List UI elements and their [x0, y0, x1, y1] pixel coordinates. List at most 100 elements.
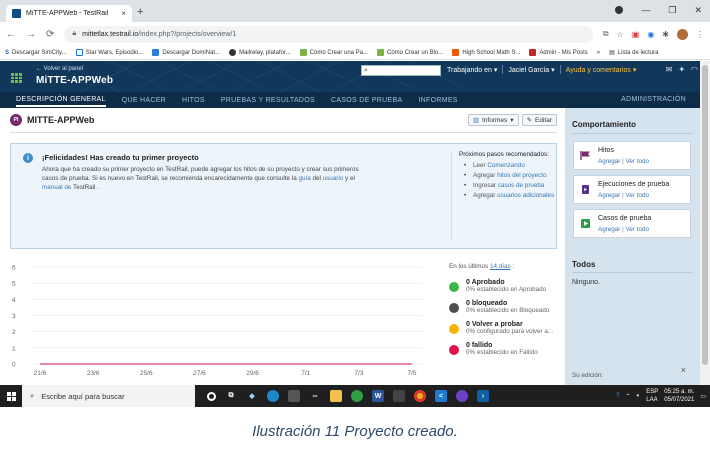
- view-milestones-link[interactable]: Ver todo: [626, 158, 649, 165]
- task-view-icon[interactable]: ⧉: [225, 390, 237, 402]
- tab-tests-results[interactable]: PRUEBAS Y RESULTADOS: [221, 97, 315, 104]
- bookmarks-more-button[interactable]: »: [597, 50, 600, 56]
- puzzle-icon[interactable]: ✱: [662, 30, 669, 39]
- user-menu[interactable]: Jaciel García ▾: [508, 66, 554, 74]
- chevron-up-icon[interactable]: ⌃: [626, 393, 631, 400]
- tab-test-cases[interactable]: CASOS DE PRUEBA: [331, 97, 402, 104]
- menu-divider: [502, 65, 504, 74]
- folder-icon[interactable]: [330, 390, 342, 402]
- edit-button[interactable]: ✎ Editar: [521, 114, 557, 126]
- clock[interactable]: 05:25 a. m. 05/07/2021: [664, 388, 694, 404]
- menu-dots-icon[interactable]: ⋮: [696, 30, 704, 39]
- green-app-icon[interactable]: [351, 390, 363, 402]
- minimize-icon[interactable]: —: [641, 5, 650, 16]
- add-test-run-link[interactable]: Agregar: [598, 192, 620, 199]
- flag-icon: [580, 151, 590, 160]
- reading-list-button[interactable]: ▤ Lista de lectura: [609, 49, 658, 57]
- milestones-link[interactable]: hitos del proyecto: [497, 172, 546, 179]
- days-link[interactable]: 14 días: [490, 263, 511, 270]
- new-tab-button[interactable]: +: [137, 6, 143, 18]
- back-arrow-icon[interactable]: ←: [6, 29, 16, 40]
- word-icon[interactable]: W: [372, 390, 384, 402]
- store-icon[interactable]: [288, 390, 300, 402]
- page-scrollbar[interactable]: [700, 61, 710, 385]
- x-tick-label: 7/1: [301, 370, 310, 377]
- volume-icon[interactable]: 🔈︎: [637, 393, 641, 400]
- twitter-icon[interactable]: ✦: [678, 65, 685, 74]
- profile-avatar[interactable]: [677, 28, 688, 40]
- view-test-cases-link[interactable]: Ver todo: [626, 226, 649, 233]
- bookmark-item[interactable]: Admin - Mis Posts: [529, 49, 588, 56]
- test-cases-link[interactable]: casos de prueba: [498, 182, 545, 189]
- tab-todo[interactable]: QUE HACER: [122, 97, 166, 104]
- bookmark-globe-icon: [229, 49, 237, 56]
- manual-link[interactable]: manual de: [42, 184, 71, 191]
- extension-blue-icon[interactable]: ◉: [647, 30, 654, 39]
- bookmark-item[interactable]: High School Math S...: [452, 49, 520, 56]
- translate-icon[interactable]: ⧉: [603, 29, 609, 39]
- language-indicator[interactable]: ESP LAA: [646, 388, 658, 404]
- guide-link[interactable]: guía: [298, 175, 310, 182]
- dropbox-icon[interactable]: ◆: [246, 390, 258, 402]
- x-tick-label: 25/6: [140, 370, 153, 377]
- tab-overview[interactable]: DESCRIPCIÓN GENERAL: [16, 96, 106, 107]
- sidebar-divider: [572, 133, 693, 134]
- vscode-icon[interactable]: <: [435, 390, 447, 402]
- search-input[interactable]: ⌕: [361, 65, 441, 76]
- extension-red-icon[interactable]: ▣: [632, 30, 640, 39]
- info-divider: [451, 151, 452, 241]
- page-header: PI MITTE-APPWeb: [10, 114, 94, 126]
- tab-milestones[interactable]: HITOS: [182, 97, 205, 104]
- infinity-icon[interactable]: ∞: [309, 390, 321, 402]
- add-milestone-link[interactable]: Agregar: [598, 158, 620, 165]
- close-window-icon[interactable]: ✕: [694, 5, 702, 16]
- taskbar-search[interactable]: ⌕ Escribe aquí para buscar: [22, 385, 195, 407]
- back-to-dashboard-link[interactable]: ← Volver al panel: [36, 66, 83, 72]
- help-icon[interactable]: ?: [616, 393, 619, 399]
- terminal-icon[interactable]: [393, 390, 405, 402]
- bookmark-item[interactable]: Cómo Crear una Pa...: [299, 49, 368, 56]
- x-tick-label: 27/6: [193, 370, 206, 377]
- star-icon[interactable]: ☆: [617, 30, 624, 39]
- edge-icon[interactable]: [267, 390, 279, 402]
- getting-started-link[interactable]: Comenzando: [487, 162, 524, 169]
- message-icon[interactable]: ✉: [666, 65, 673, 74]
- reload-icon[interactable]: ⟳: [46, 29, 54, 40]
- record-icon[interactable]: [615, 6, 624, 14]
- address-bar[interactable]: 🔒︎ mittetlax.testrail.io/index.php?/proj…: [64, 25, 593, 43]
- info-box: i ¡Felicidades! Has creado tu primer pro…: [10, 143, 557, 249]
- chart-icon: ▥: [472, 117, 479, 124]
- start-button[interactable]: [0, 385, 22, 407]
- users-link[interactable]: usuarios adicionales: [497, 192, 554, 199]
- help-menu[interactable]: Ayuda y comentarios ▾: [566, 66, 637, 74]
- github-icon[interactable]: [456, 390, 468, 402]
- bookmark-item[interactable]: Descargar DomiNat...: [152, 49, 220, 56]
- bookmark-item[interactable]: Cómo Crear un Blo...: [377, 49, 443, 56]
- restore-icon[interactable]: ❐: [668, 5, 676, 16]
- reports-button[interactable]: ▥ Informes ▾: [467, 114, 519, 126]
- header-divider: [10, 132, 557, 133]
- bookmark-item[interactable]: Star Wars, Episodio...: [75, 49, 143, 56]
- scrollbar-thumb[interactable]: [702, 65, 708, 365]
- bookmark-item[interactable]: S Descargar SimCity...: [5, 50, 67, 56]
- info-title: ¡Felicidades! Has creado tu primer proye…: [42, 153, 199, 162]
- lock-icon[interactable]: 🔒︎: [72, 30, 76, 38]
- user-link[interactable]: usuario: [323, 175, 344, 182]
- rss-icon[interactable]: ◠: [691, 65, 698, 74]
- working-in-menu[interactable]: Trabajando en ▾: [447, 66, 497, 74]
- testrail-logo-icon[interactable]: [11, 73, 22, 83]
- cortana-icon[interactable]: [207, 391, 216, 401]
- tab-administration[interactable]: ADMINISTRACIÓN: [621, 96, 686, 103]
- add-test-case-link[interactable]: Agregar: [598, 226, 620, 233]
- powershell-icon[interactable]: ›: [477, 390, 489, 402]
- bookmark-item[interactable]: Mailrelay, platafor...: [229, 49, 291, 56]
- close-icon[interactable]: ×: [681, 365, 686, 375]
- header-buttons: ▥ Informes ▾ ✎ Editar: [467, 114, 557, 126]
- chrome-icon[interactable]: [414, 390, 426, 402]
- forward-arrow-icon[interactable]: →: [26, 29, 36, 40]
- tab-close-icon[interactable]: ×: [121, 9, 126, 18]
- browser-tab[interactable]: MiTTE-APPWeb - TestRail ×: [6, 5, 132, 22]
- notifications-icon[interactable]: ▭: [700, 393, 706, 400]
- view-test-runs-link[interactable]: Ver todo: [626, 192, 649, 199]
- tab-reports[interactable]: INFORMES: [418, 97, 457, 104]
